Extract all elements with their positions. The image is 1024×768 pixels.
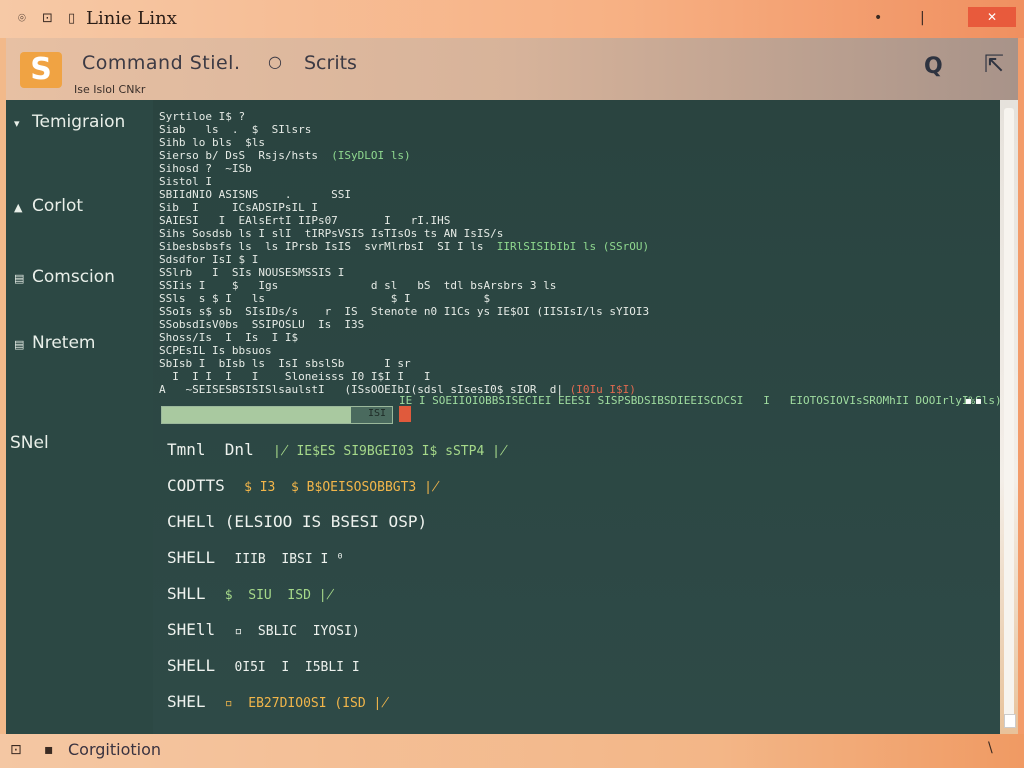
terminal-line: SSls s $ I ls $ I $ <box>159 292 491 305</box>
circle-icon[interactable]: ○ <box>268 52 282 71</box>
command-row[interactable]: SHLL $ SIU ISD ∤ <box>167 584 334 603</box>
status-icon[interactable]: ▪ <box>44 742 54 758</box>
sidebar-item-termigration[interactable]: ▾ Temigraion <box>14 112 125 132</box>
terminal-line: SBIIdNIO ASISNS . SSI <box>159 188 352 201</box>
terminal-line: SCPEsIL Is bbsuos <box>159 344 272 357</box>
status-text: Corgitiotion <box>68 740 162 759</box>
command-row[interactable]: SHEll ▫ SBLIC IYOSI) <box>167 620 360 639</box>
terminal-pane[interactable]: Syrtiloe I$ ? Siab ls . $ SIlsrs Sihb lo b… <box>153 100 1002 734</box>
command-row[interactable]: SHELL 0I5I I I5BLI I <box>167 656 360 675</box>
terminal-line: Sibesbsbsfs ls ls IPrsb IsIS svrMlrbsI S… <box>159 240 650 253</box>
window-icon[interactable]: ⊡ <box>42 11 53 26</box>
sidebar-item-label: Temigraion <box>32 112 126 132</box>
app-window: ⌾ ⊡ ▯ Linie Linx • | ✕ S Command Stiel. … <box>0 0 1024 768</box>
maximize-button[interactable]: | <box>920 10 925 26</box>
chevron-up-icon: ▲ <box>14 201 23 214</box>
progress-bar: ISI <box>161 406 393 424</box>
terminal-line: SSlrb I SIs NOUSESMSSIS I <box>159 266 345 279</box>
terminal-line: Sihosd ? ~ISb <box>159 162 252 175</box>
minimize-button[interactable]: • <box>874 10 882 26</box>
header-title: Command Stiel. <box>82 52 241 74</box>
chevron-down-icon: ▾ <box>14 117 20 130</box>
sidebar-item-label: Corlot <box>32 196 84 216</box>
error-marker <box>399 406 411 422</box>
terminal-line: Sihb lo bls $ls <box>159 136 265 149</box>
panel-icon[interactable]: ▯ <box>68 11 75 26</box>
scrollbar-thumb[interactable] <box>1004 108 1014 718</box>
app-header: S Command Stiel. ○ Scrits Ise Islol CNkr… <box>6 38 1018 100</box>
command-row[interactable]: SHELL IIIB IBSI I ⁰ <box>167 548 344 567</box>
terminal-line: Syrtiloe I$ ? <box>159 110 246 123</box>
command-row[interactable]: Tmnl Dnl ∤ IE$ES SI9BGEI03 I$ sSTP4 ∤ <box>167 440 508 459</box>
sidebar-item-comscion[interactable]: ▤ Comscion <box>14 267 115 287</box>
terminal-line: Sistol I <box>159 175 212 188</box>
vertical-scrollbar[interactable] <box>1000 100 1018 734</box>
scrollbar-end[interactable] <box>1004 714 1016 728</box>
list-icon: ▤ <box>14 338 25 351</box>
terminal-line: Siab ls . $ SIlsrs <box>159 123 312 136</box>
terminal-line: Shoss/Is I Is I I$ <box>159 331 299 344</box>
resize-icon[interactable]: \ <box>988 740 993 756</box>
terminal-line: SbIsb I bIsb ls IsI sbslSb I sr <box>159 357 411 370</box>
sidebar-item-nretem[interactable]: ▤ Nretem <box>14 333 95 353</box>
progress-value: ISI <box>367 408 386 419</box>
scripts-tab[interactable]: Scrits <box>304 52 357 74</box>
header-subtitle: Ise Islol CNkr <box>74 83 146 96</box>
terminal-line: Sib I ICsADSIPsIL I <box>159 201 318 214</box>
close-button[interactable]: ✕ <box>968 7 1016 27</box>
terminal-line: SSoIs s$ sb SIsIDs/s r IS Stenote n0 I1C… <box>159 305 650 318</box>
terminal-line: Sihs Sosdsb ls I slI tIRPsVSIS IsTIsOs t… <box>159 227 504 240</box>
command-row[interactable]: SHEL ▫ EB27DIO0SI (ISD ∤ <box>167 692 389 711</box>
cursor-glyph: ▪ ▪ <box>965 396 982 407</box>
sidebar-item-label: SNel <box>10 433 49 453</box>
expand-button[interactable]: ⇱ <box>984 50 1004 78</box>
terminal-line: SSIis I $ Igs d sl bS tdl bsArsbrs 3 ls <box>159 279 557 292</box>
command-row[interactable]: CODTTS $ I3 $ B$OEISOSOBBGT3 ∤ <box>167 476 440 495</box>
window-title: Linie Linx <box>86 8 177 29</box>
terminal-line: Sdsdfor IsI $ I <box>159 253 259 266</box>
circle-icon[interactable]: ⌾ <box>18 11 26 26</box>
terminal-line: SSobsdIsV0bs SSIPOSLU Is I3S <box>159 318 365 331</box>
title-bar: ⌾ ⊡ ▯ Linie Linx • | ✕ <box>0 0 1024 38</box>
progress-fill <box>162 407 351 423</box>
search-button[interactable]: Q <box>924 54 943 79</box>
command-row[interactable]: CHELl (ELSIOO IS BSESI OSP) <box>167 512 446 531</box>
sidebar-item-shel[interactable]: SNel <box>10 433 49 453</box>
terminal-line: SAIESI I EAlsErtI IIPs07 I rI.IHS <box>159 214 451 227</box>
sidebar: ▾ Temigraion ▲ Corlot ▤ Comscion ▤ Nretem SN… <box>6 100 153 734</box>
terminal-line: IE I SOEIIOIOBBSISECIEI EEESI SISPSBDSIB… <box>399 394 1002 407</box>
sidebar-item-label: Nretem <box>32 333 96 353</box>
sidebar-item-label: Comscion <box>32 267 115 287</box>
status-icon[interactable]: ⊡ <box>10 742 22 758</box>
sidebar-item-corlot[interactable]: ▲ Corlot <box>14 196 83 216</box>
app-logo-icon: S <box>20 52 62 88</box>
status-bar: ⊡ ▪ Corgitiotion \ <box>0 734 1024 768</box>
list-icon: ▤ <box>14 272 25 285</box>
terminal-line: I I I I I Sloneisss I0 I$I I I <box>159 370 431 383</box>
terminal-line: Sierso b/ DsS Rsjs/hsts (ISyDLOI ls) <box>159 149 411 162</box>
